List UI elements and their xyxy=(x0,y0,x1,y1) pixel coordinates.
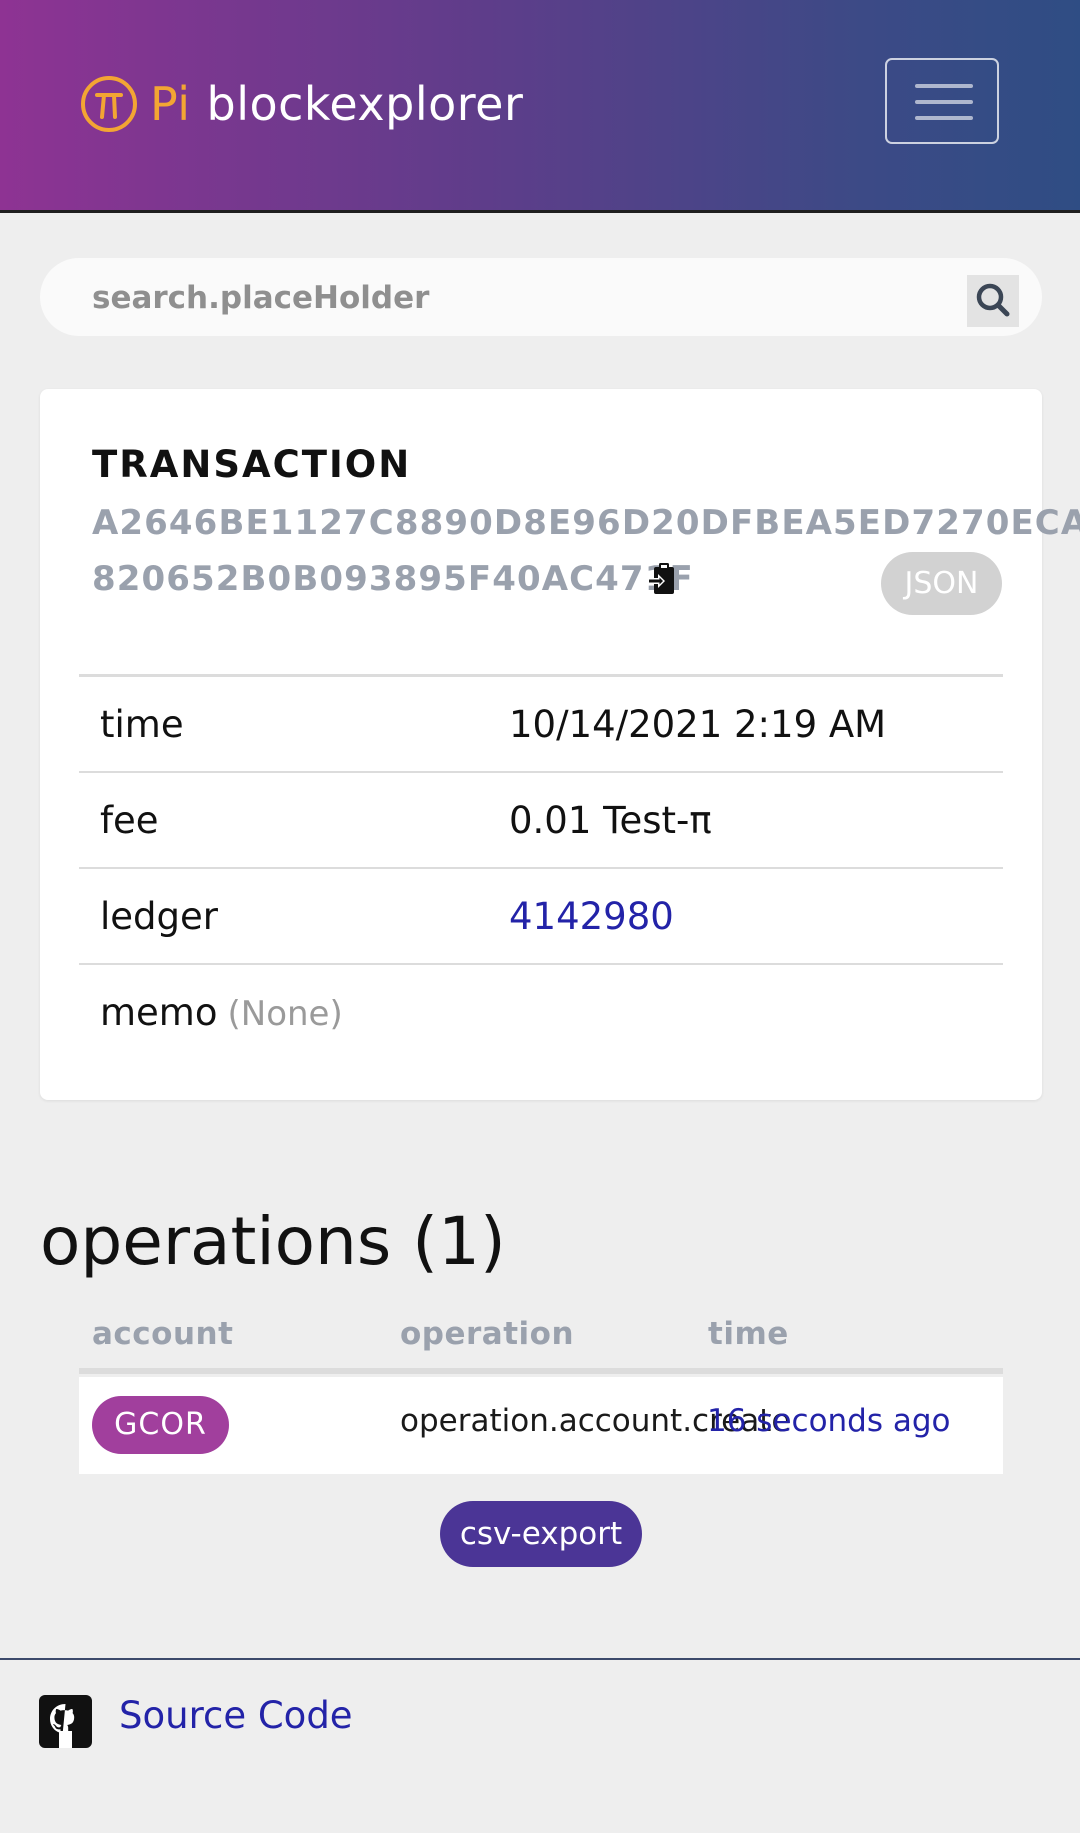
memo-label: memo xyxy=(100,991,218,1034)
memo-value: (None) xyxy=(227,994,343,1034)
detail-row-ledger: ledger 4142980 xyxy=(79,869,1003,965)
transaction-hash-line-1: A2646BE1127C8890D8E96D20DFBEA5ED7270ECAD xyxy=(92,503,1080,543)
fee-label: fee xyxy=(100,799,159,842)
detail-row-memo: memo (None) xyxy=(79,965,1003,1059)
transaction-details-table: time 10/14/2021 2:19 AM fee 0.01 Test-π … xyxy=(79,674,1003,1059)
brand-home-link[interactable]: Pi blockexplorer xyxy=(80,72,523,136)
brand-pi-text: Pi xyxy=(150,77,191,131)
hamburger-icon-bar xyxy=(915,116,973,120)
transaction-hash-line-2: 820652B0B093895F40AC471F xyxy=(92,559,694,599)
github-icon xyxy=(39,1695,92,1748)
csv-export-button[interactable]: csv-export xyxy=(440,1501,642,1567)
time-value: 10/14/2021 2:19 AM xyxy=(509,703,887,746)
transaction-title: TRANSACTION xyxy=(92,443,412,486)
column-header-account: account xyxy=(92,1316,234,1352)
ledger-link[interactable]: 4142980 xyxy=(509,895,674,938)
source-code-link[interactable]: Source Code xyxy=(119,1694,353,1737)
memo-field: memo (None) xyxy=(100,991,343,1034)
search-bar xyxy=(40,258,1042,338)
search-button[interactable] xyxy=(967,275,1019,327)
fee-value: 0.01 Test-π xyxy=(509,799,712,842)
hamburger-icon xyxy=(915,84,973,88)
search-icon xyxy=(976,283,1010,317)
operations-table-header: account operation time xyxy=(79,1316,1003,1374)
top-navbar: Pi blockexplorer xyxy=(0,0,1080,213)
column-header-time: time xyxy=(708,1316,789,1352)
account-badge-link[interactable]: GCOR xyxy=(92,1396,229,1454)
operation-time-link[interactable]: 16 seconds ago xyxy=(707,1403,951,1439)
footer: Source Code xyxy=(0,1658,1080,1833)
clipboard-copy-icon[interactable] xyxy=(646,562,678,596)
time-label: time xyxy=(100,703,184,746)
operations-heading: operations (1) xyxy=(40,1203,506,1280)
hamburger-icon-bar xyxy=(915,100,973,104)
brand-name-text: blockexplorer xyxy=(206,77,524,131)
menu-toggle-button[interactable] xyxy=(885,58,999,144)
transaction-card: TRANSACTION A2646BE1127C8890D8E96D20DFBE… xyxy=(40,389,1080,1100)
table-row: GCOR operation.account.create 16 seconds… xyxy=(79,1377,1003,1474)
json-button[interactable]: JSON xyxy=(881,552,1002,615)
column-header-operation: operation xyxy=(400,1316,575,1352)
search-input[interactable] xyxy=(90,258,974,338)
pi-coin-icon xyxy=(81,76,137,132)
detail-row-fee: fee 0.01 Test-π xyxy=(79,773,1003,869)
detail-row-time: time 10/14/2021 2:19 AM xyxy=(79,677,1003,773)
ledger-label: ledger xyxy=(100,895,218,938)
